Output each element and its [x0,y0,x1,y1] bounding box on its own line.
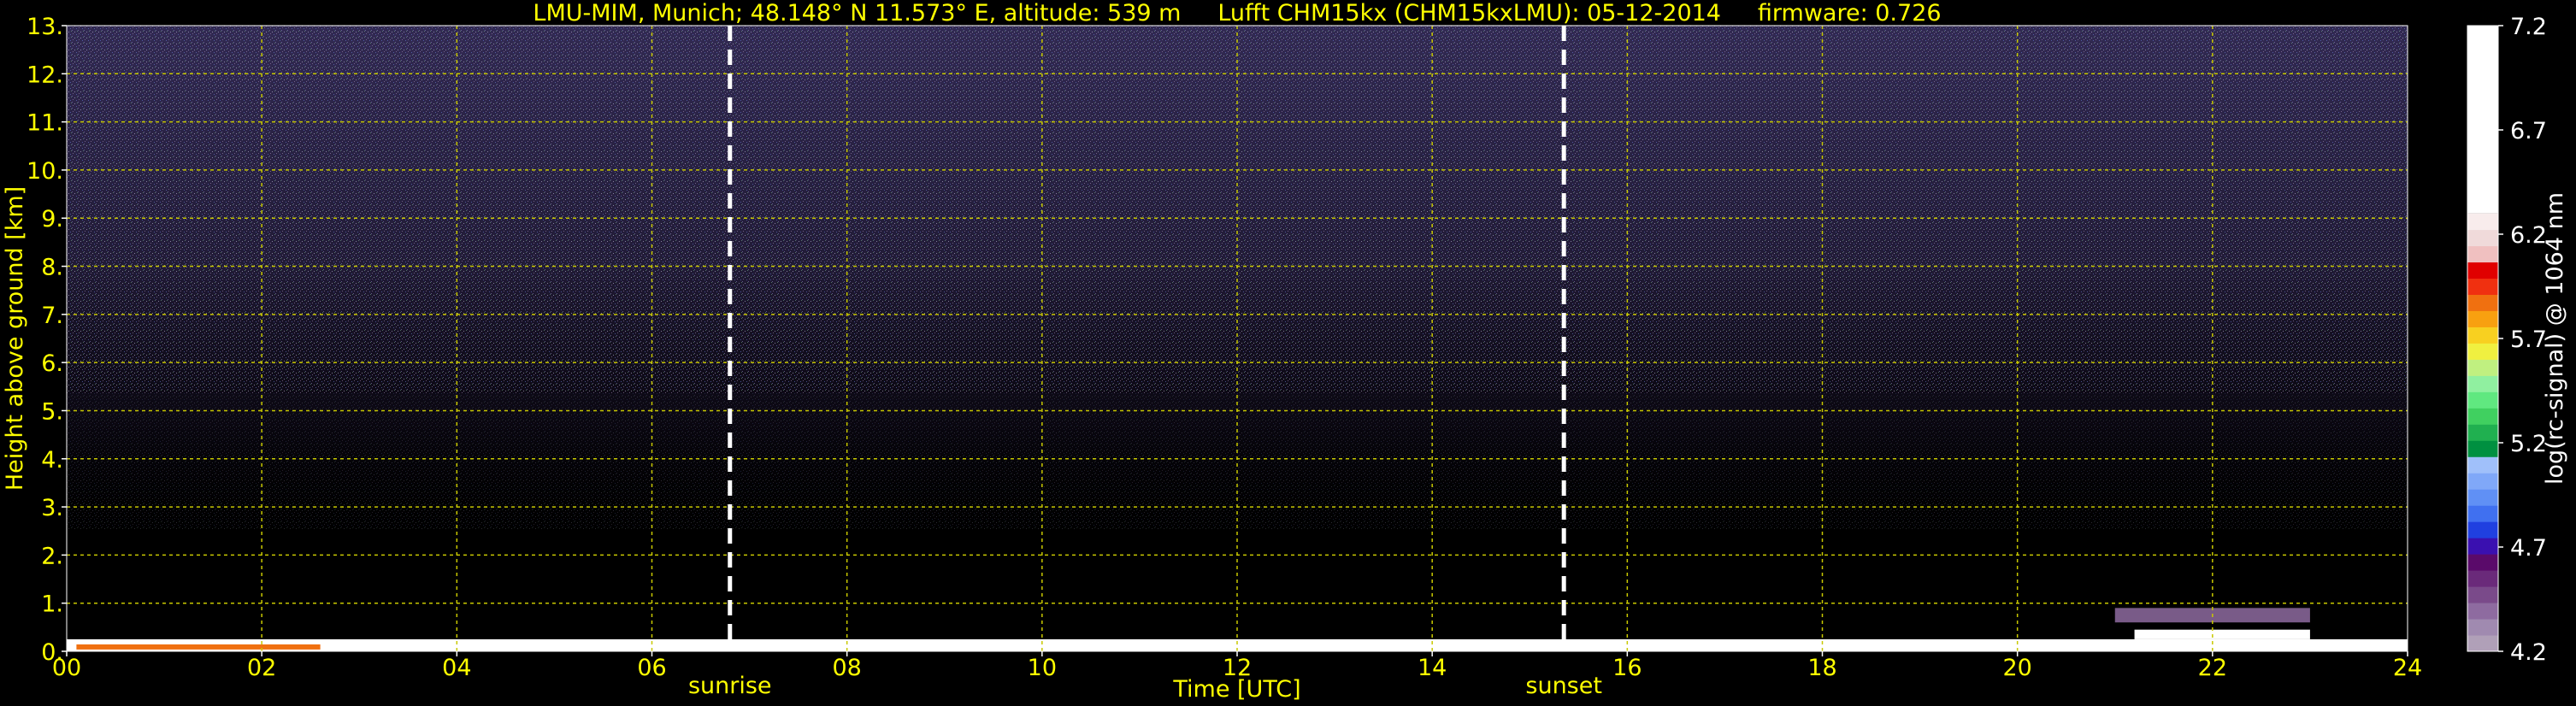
colorbar-swatch [2467,26,2498,214]
noise-speckle-lower [67,393,2408,530]
colorbar-tick-label: 4.2 [2510,639,2547,666]
colorbar-swatch [2467,262,2498,279]
y-tick-label: 9. [41,206,63,232]
x-tick-label: 24 [2393,655,2422,681]
plot-area [66,25,2408,652]
colorbar-swatch [2467,586,2498,603]
colorbar-ticks: 4.24.75.25.76.26.77.2 [2498,14,2547,666]
x-tick-label: 18 [1807,655,1836,681]
x-tick-label: 00 [52,655,81,681]
x-tick-label: 22 [2198,655,2227,681]
colorbar-swatch [2467,440,2498,457]
colorbar: 4.24.75.25.76.26.77.2 log(rc-signal) @ 1… [2467,14,2568,666]
colorbar-swatch [2467,603,2498,620]
y-tick-label: 13. [27,14,63,40]
x-tick-label: 10 [1028,655,1057,681]
x-tick-label: 04 [442,655,471,681]
colorbar-swatch [2467,554,2498,571]
colorbar-swatch [2467,310,2498,327]
colorbar-swatch [2467,294,2498,311]
x-tick-label: 14 [1418,655,1447,681]
evening-boundary-bump [2134,629,2310,639]
x-tick-label: 02 [247,655,276,681]
y-tick-label: 1. [41,591,63,618]
x-tick-label: 16 [1612,655,1642,681]
y-tick-label: 7. [41,303,63,329]
colorbar-swatch [2467,327,2498,344]
colorbar-swatches [2467,26,2498,652]
lidar-chart: 0.1.2.3.4.5.6.7.8.9.10.11.12.13. 00 02 04 0… [2,0,2568,703]
colorbar-swatch [2467,538,2498,555]
colorbar-swatch [2467,278,2498,295]
event-label-sunset: sunset [1525,673,1602,699]
x-tick-label: 20 [2002,655,2031,681]
colorbar-swatch [2467,375,2498,392]
colorbar-swatch [2467,570,2498,587]
x-axis-title: Time [UTC] [1172,676,1300,703]
colorbar-swatch [2467,213,2498,231]
colorbar-swatch [2467,456,2498,474]
y-tick-label: 10. [27,158,63,185]
colorbar-swatch [2467,505,2498,522]
y-tick-label: 12. [27,62,63,88]
colorbar-swatch [2467,245,2498,263]
colorbar-tick-label: 7.2 [2510,14,2547,40]
colorbar-swatch [2467,521,2498,538]
y-tick-label: 5. [41,398,63,425]
aerosol-streak [76,644,321,650]
colorbar-tick-label: 6.7 [2510,118,2547,144]
x-tick-label: 08 [832,655,861,681]
y-tick-label: 2. [41,543,63,569]
y-tick-label: 8. [41,255,63,281]
colorbar-swatch [2467,489,2498,506]
colorbar-swatch [2467,408,2498,425]
colorbar-swatch [2467,619,2498,636]
colorbar-tick-label: 4.7 [2510,535,2547,562]
y-tick-label: 6. [41,350,63,377]
colorbar-swatch [2467,229,2498,247]
chart-title: LMU-MIM, Munich; 48.148° N 11.573° E, al… [533,0,1941,26]
event-label-sunrise: sunrise [688,673,772,699]
colorbar-swatch [2467,343,2498,360]
colorbar-swatch [2467,391,2498,409]
colorbar-swatch [2467,424,2498,441]
y-tick-label: 4. [41,447,63,474]
colorbar-title: log(rc-signal) @ 1064 nm [2542,192,2568,485]
colorbar-swatch [2467,635,2498,652]
y-axis-title: Height above ground [km] [2,186,28,491]
x-tick-label: 06 [637,655,666,681]
y-tick-label: 3. [41,495,63,521]
y-axis-ticks: 0.1.2.3.4.5.6.7.8.9.10.11.12.13. [27,14,67,666]
colorbar-swatch [2467,473,2498,490]
colorbar-swatch [2467,359,2498,376]
y-tick-label: 11. [27,110,63,137]
